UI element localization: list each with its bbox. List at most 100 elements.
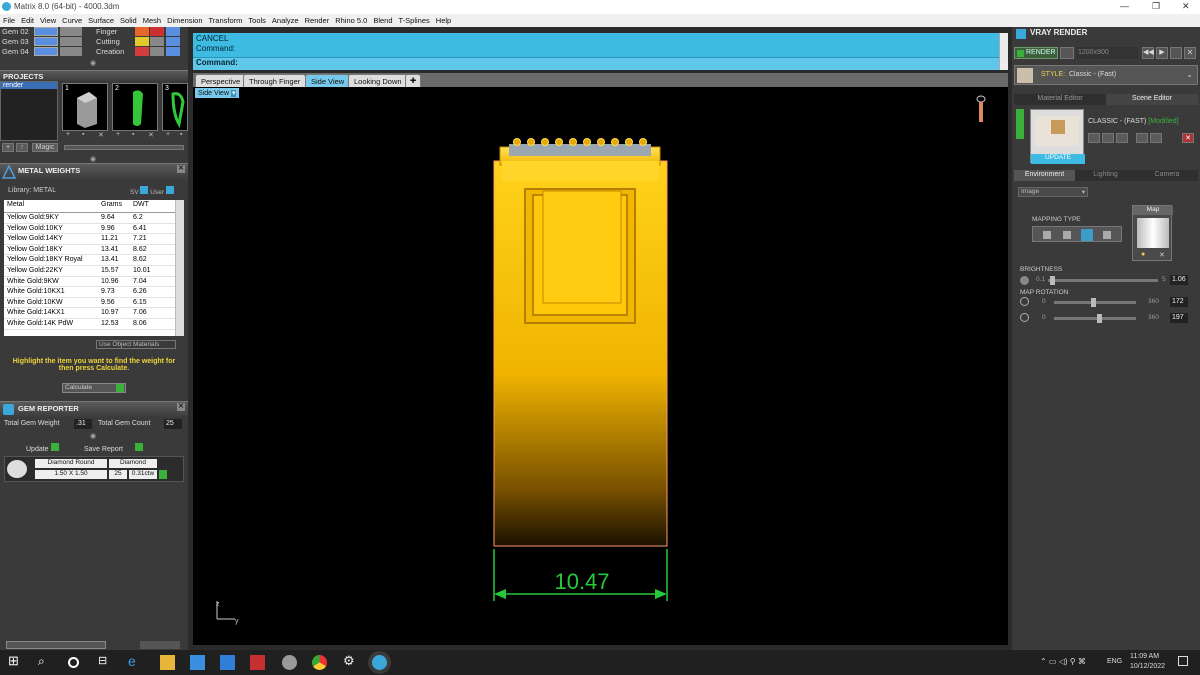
close-icon[interactable]: ✕ — [1182, 1, 1190, 12]
tab-scene-editor[interactable]: Scene Editor — [1106, 94, 1198, 105]
save-icon[interactable]: ▪ — [82, 131, 84, 138]
rotation-slider-knob[interactable] — [1097, 314, 1102, 323]
style-dropdown[interactable]: STYLE: Classic - (Fast) ⌄ — [1014, 65, 1198, 85]
table-row[interactable]: Yellow Gold:14KY 11.21 7.21 — [4, 234, 184, 245]
delete-icon[interactable]: ✕ — [148, 131, 154, 139]
expand-handle[interactable] — [1016, 109, 1024, 139]
delete-scene-icon[interactable]: ✕ — [1182, 133, 1194, 143]
command-panel[interactable]: CANCEL Command: Command: — [193, 33, 1008, 70]
up-arrow-icon[interactable]: ↑ — [16, 143, 28, 152]
gem-select-icon[interactable] — [159, 470, 167, 479]
library-toggle[interactable]: SV User — [130, 186, 174, 196]
layer-row[interactable]: Gem 02 Finger — [0, 27, 188, 37]
menu-view[interactable]: View — [37, 14, 59, 25]
layer-lock-icon[interactable] — [60, 37, 82, 46]
brightness-slider[interactable] — [1048, 276, 1158, 285]
use-object-materials-checkbox[interactable]: Use Object Materials — [96, 340, 176, 349]
metal-weights-table[interactable]: Metal Grams DWT Yellow Gold:9KY 9.64 6.2 Yel… — [4, 200, 184, 336]
store-icon[interactable] — [190, 655, 205, 670]
mail-icon[interactable] — [220, 655, 235, 670]
table-row[interactable]: Yellow Gold:9KY 9.64 6.2 — [4, 213, 184, 224]
rewind-icon[interactable]: ◀◀ — [1142, 47, 1154, 59]
project-item[interactable]: render — [1, 82, 57, 89]
save-report-button[interactable]: Save Report — [84, 443, 143, 453]
close-panel-icon[interactable]: ✕ — [177, 403, 185, 411]
gem-list-row[interactable]: Diamond Round Diamond 1.50 X 1.50 25 0.3… — [4, 456, 184, 482]
menu-file[interactable]: File — [0, 14, 18, 25]
rotation-horizontal-value[interactable]: 172 — [1170, 297, 1188, 307]
layer-color-swatch[interactable] — [135, 27, 149, 36]
matrix-app-icon[interactable] — [372, 655, 387, 670]
layer-color-swatch[interactable] — [166, 27, 180, 36]
command-scrollbar[interactable] — [999, 33, 1008, 70]
menu-surface[interactable]: Surface — [85, 14, 117, 25]
tab-environment[interactable]: Environment — [1014, 170, 1075, 181]
thumbnail-scrollbar[interactable] — [64, 145, 184, 150]
brightness-slider-knob[interactable] — [1050, 276, 1055, 285]
play-icon[interactable]: ▶ — [1156, 47, 1168, 59]
layer-color-swatch[interactable] — [166, 37, 180, 46]
close-icon[interactable]: ✕ — [1184, 47, 1196, 59]
windows-start-icon[interactable]: ⊞ — [8, 653, 23, 668]
update-button[interactable]: Update — [26, 443, 59, 453]
object-button[interactable] — [140, 641, 180, 649]
add-icon[interactable]: + — [116, 131, 120, 138]
menu-analyze[interactable]: Analyze — [269, 14, 302, 25]
edge-icon[interactable]: e — [128, 653, 143, 669]
menu-rhino[interactable]: Rhino 5.0 — [332, 14, 370, 25]
rotation-slider-vertical[interactable] — [1054, 314, 1136, 323]
task-view-icon[interactable] — [68, 657, 79, 668]
layer-lock-icon[interactable] — [60, 27, 82, 36]
layer-row[interactable]: Gem 03 Cutting — [0, 37, 188, 47]
table-row[interactable]: White Gold:10KW 9.56 6.15 — [4, 298, 184, 309]
tab-perspective[interactable]: Perspective — [195, 74, 247, 87]
table-row[interactable]: White Gold:14K PdW 12.53 8.06 — [4, 319, 184, 330]
layer-color-swatch[interactable] — [135, 37, 149, 46]
mapping-cylinder-icon[interactable] — [1081, 229, 1093, 241]
rotation-slider-horizontal[interactable] — [1054, 298, 1136, 307]
table-row[interactable]: Yellow Gold:22KY 15.57 10.01 — [4, 266, 184, 277]
save-icon[interactable]: ▪ — [132, 131, 134, 138]
side-view-viewport[interactable]: Side View ▾ 10.47 z y — [193, 87, 1008, 645]
collapse-icon[interactable]: ◉ — [90, 155, 98, 163]
scene-preview[interactable]: UPDATE — [1030, 109, 1085, 164]
update-button[interactable]: UPDATE — [1031, 154, 1085, 164]
table-row[interactable]: White Gold:14KX1 10.97 7.06 — [4, 308, 184, 319]
layer-color-swatch[interactable] — [150, 47, 164, 56]
map-load-icon[interactable]: ● — [1141, 251, 1145, 258]
table-row[interactable]: Yellow Gold:18KY 13.41 8.62 — [4, 245, 184, 256]
ring-orientation-icon[interactable] — [976, 95, 986, 122]
mapping-plane-icon[interactable] — [1043, 231, 1051, 239]
scene-tool-icon[interactable] — [1102, 133, 1114, 143]
system-tray-icons[interactable]: ⌃ ▭ ◁) ⚲ ⌘ — [1040, 657, 1086, 666]
render-button[interactable]: RENDER — [1014, 47, 1058, 59]
add-tab-icon[interactable]: ✚ — [405, 74, 422, 87]
object-dropdown[interactable] — [6, 641, 106, 649]
menu-curve[interactable]: Curve — [59, 14, 85, 25]
layer-row[interactable]: Gem 04 Creation — [0, 47, 188, 57]
widgets-icon[interactable]: ⊟ — [98, 654, 113, 669]
settings-icon[interactable]: ⚙ — [343, 653, 358, 668]
tab-through-finger[interactable]: Through Finger — [243, 74, 307, 87]
search-icon[interactable]: ⌕ — [38, 654, 53, 669]
chrome-icon[interactable] — [312, 655, 327, 670]
layer-color-swatch[interactable] — [34, 47, 58, 56]
menu-solid[interactable]: Solid — [117, 14, 140, 25]
sv-toggle-icon[interactable] — [140, 186, 149, 194]
mapping-box-icon[interactable] — [1063, 231, 1071, 239]
clock-time[interactable]: 11:09 AM — [1130, 653, 1159, 660]
menu-blend[interactable]: Blend — [370, 14, 395, 25]
file-explorer-icon[interactable] — [160, 655, 175, 670]
menu-mesh[interactable]: Mesh — [140, 14, 164, 25]
brightness-value[interactable]: 1.06 — [1170, 275, 1188, 285]
magic-button[interactable]: Magic — [32, 143, 58, 152]
tab-side-view[interactable]: Side View — [305, 74, 351, 87]
tab-lighting[interactable]: Lighting — [1075, 170, 1136, 181]
language-indicator[interactable]: ENG — [1107, 658, 1122, 665]
map-clear-icon[interactable]: ✕ — [1159, 251, 1165, 259]
table-scrollbar[interactable] — [175, 200, 184, 336]
layer-color-swatch[interactable] — [34, 37, 58, 46]
layer-color-swatch[interactable] — [34, 27, 58, 36]
rhino-icon[interactable] — [282, 655, 297, 670]
project-thumbnail-2[interactable]: 2 — [112, 83, 158, 131]
